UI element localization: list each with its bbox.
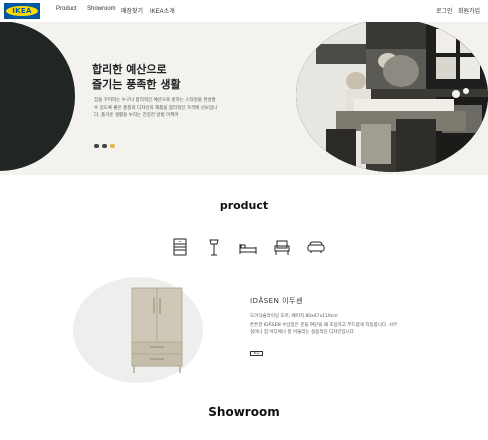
logo-oval: IKEA xyxy=(6,6,38,16)
nav-link-about[interactable]: IKEA소개 xyxy=(150,6,175,15)
floor-lamp-icon[interactable] xyxy=(205,237,223,257)
product-section-title: product xyxy=(219,199,269,212)
signup-link[interactable]: 회원가입 xyxy=(458,6,480,15)
dining-room-photo xyxy=(296,19,488,172)
product-category-icons xyxy=(171,237,325,257)
showroom-section-title: Showroom xyxy=(208,405,280,419)
nav-link-showroom[interactable]: Showroom xyxy=(87,6,116,12)
carousel-dot-1[interactable] xyxy=(94,144,99,148)
logo-text: IKEA xyxy=(12,7,32,15)
idasen-cabinet-image[interactable] xyxy=(128,286,186,374)
nav-link-store-finder[interactable]: 매장찾기 xyxy=(121,6,143,15)
hero-title-line-1: 합리한 예산으로 xyxy=(92,63,167,76)
sofa-icon[interactable] xyxy=(307,237,325,257)
hero-title-line-2: 즐기는 풍족한 생활 xyxy=(92,78,181,91)
bed-icon[interactable] xyxy=(239,237,257,257)
login-link[interactable]: 로그인 xyxy=(436,6,453,15)
product-description: 튼튼한 IDÅSEN 수납장은 문을 여닫을 때 조용하고 부드럽게 작동합니다… xyxy=(250,323,398,335)
hero-title: 합리한 예산으로 즐기는 풍족한 생활 xyxy=(92,62,181,92)
hero-description: 집을 꾸미려는 누구나 합리적인 예산으로 원하는 스타일을 완성할 수 있도록… xyxy=(94,98,218,118)
carousel-dot-2[interactable] xyxy=(102,144,107,148)
product-name: IDÅSEN 이두센 xyxy=(250,297,303,305)
hero-dark-semicircle xyxy=(0,21,75,171)
carousel-dot-3[interactable] xyxy=(110,144,115,148)
cabinet-icon[interactable] xyxy=(171,237,189,257)
carousel-dots xyxy=(94,144,115,148)
ikea-logo[interactable]: IKEA xyxy=(4,3,40,19)
hero-photo xyxy=(296,19,488,172)
top-nav: IKEA Product Showroom 매장찾기 IKEA소개 로그인 회원… xyxy=(0,0,488,22)
product-spec: 도어식슬라이딩 도어, 베이지 80x47x119cm xyxy=(250,314,338,319)
nav-link-product[interactable]: Product xyxy=(56,6,77,12)
hero-banner: 합리한 예산으로 즐기는 풍족한 생활 집을 꾸미려는 누구나 합리적인 예산으… xyxy=(0,18,488,175)
armchair-icon[interactable] xyxy=(273,237,291,257)
product-buy-button[interactable]: Buy xyxy=(250,351,263,356)
